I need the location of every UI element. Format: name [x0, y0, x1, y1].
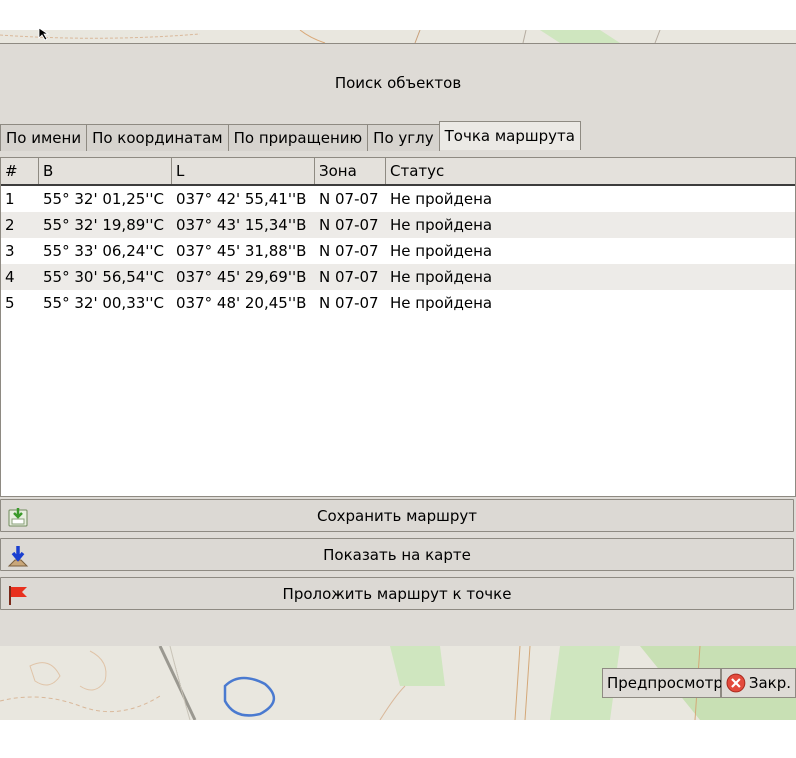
close-circle-icon: [726, 673, 746, 693]
column-header-status[interactable]: Статус: [386, 158, 795, 184]
map-background-top: [0, 30, 796, 43]
cell-status: Не пройдена: [390, 190, 493, 208]
cell-number: 3: [5, 242, 15, 260]
cell-b: 55° 32' 19,89''С: [43, 216, 164, 234]
cell-l: 037° 45' 29,69''В: [176, 268, 307, 286]
preview-button[interactable]: Предпросмотр: [602, 668, 723, 698]
cell-status: Не пройдена: [390, 242, 493, 260]
show-on-map-label: Показать на карте: [323, 545, 471, 564]
cell-number: 1: [5, 190, 15, 208]
cell-zone: N 07-07: [319, 242, 379, 260]
cell-status: Не пройдена: [390, 294, 493, 312]
table-row[interactable]: 2 55° 32' 19,89''С 037° 43' 15,34''В N 0…: [1, 212, 795, 238]
cell-b: 55° 30' 56,54''С: [43, 268, 164, 286]
route-points-table: # B L Зона Статус 1 55° 32' 01,25''С 037…: [0, 157, 796, 497]
tab-by-increment[interactable]: По приращению: [227, 124, 369, 151]
column-header-number[interactable]: #: [1, 158, 39, 184]
tab-by-angle[interactable]: По углу: [367, 124, 440, 151]
cell-zone: N 07-07: [319, 190, 379, 208]
red-flag-icon: [9, 586, 27, 605]
cell-number: 2: [5, 216, 15, 234]
column-header-zone[interactable]: Зона: [315, 158, 386, 184]
search-objects-dialog: Поиск объектов По имени По координатам П…: [0, 43, 796, 649]
cell-b: 55° 32' 00,33''С: [43, 294, 164, 312]
table-row[interactable]: 5 55° 32' 00,33''С 037° 48' 20,45''В N 0…: [1, 290, 795, 316]
save-route-label: Сохранить маршрут: [316, 506, 478, 525]
column-header-b[interactable]: B: [39, 158, 172, 184]
cell-l: 037° 42' 55,41''В: [176, 190, 307, 208]
cell-b: 55° 33' 06,24''С: [43, 242, 164, 260]
route-to-point-label: Проложить маршрут к точке: [282, 584, 512, 603]
cell-zone: N 07-07: [319, 268, 379, 286]
table-row[interactable]: 1 55° 32' 01,25''С 037° 42' 55,41''В N 0…: [1, 186, 795, 212]
cell-zone: N 07-07: [319, 216, 379, 234]
tab-by-name[interactable]: По имени: [0, 124, 88, 151]
cell-number: 5: [5, 294, 15, 312]
cell-l: 037° 43' 15,34''В: [176, 216, 307, 234]
cell-l: 037° 48' 20,45''В: [176, 294, 307, 312]
table-row[interactable]: 3 55° 33' 06,24''С 037° 45' 31,88''В N 0…: [1, 238, 795, 264]
preview-label: Предпросмотр: [607, 674, 723, 692]
show-on-map-icon: [7, 546, 29, 567]
close-button[interactable]: Закр.: [721, 668, 796, 698]
show-on-map-button[interactable]: Показать на карте: [0, 538, 794, 571]
cell-l: 037° 45' 31,88''В: [176, 242, 307, 260]
mouse-cursor-icon: [38, 27, 50, 41]
cell-b: 55° 32' 01,25''С: [43, 190, 164, 208]
cell-zone: N 07-07: [319, 294, 379, 312]
cell-number: 4: [5, 268, 15, 286]
route-to-point-button[interactable]: Проложить маршрут к точке: [0, 577, 794, 610]
table-row[interactable]: 4 55° 30' 56,54''С 037° 45' 29,69''В N 0…: [1, 264, 795, 290]
cell-status: Не пройдена: [390, 268, 493, 286]
save-route-button[interactable]: Сохранить маршрут: [0, 499, 794, 532]
close-label: Закр.: [748, 674, 791, 692]
table-header: # B L Зона Статус: [1, 158, 795, 186]
save-route-icon: [8, 508, 28, 527]
column-header-l[interactable]: L: [172, 158, 315, 184]
table-body: 1 55° 32' 01,25''С 037° 42' 55,41''В N 0…: [1, 186, 795, 316]
dialog-title: Поиск объектов: [334, 74, 462, 92]
tab-route-point[interactable]: Точка маршрута: [438, 121, 581, 150]
cell-status: Не пройдена: [390, 216, 493, 234]
search-tabs: По имени По координатам По приращению По…: [0, 121, 581, 152]
tab-by-coordinates[interactable]: По координатам: [86, 124, 229, 151]
